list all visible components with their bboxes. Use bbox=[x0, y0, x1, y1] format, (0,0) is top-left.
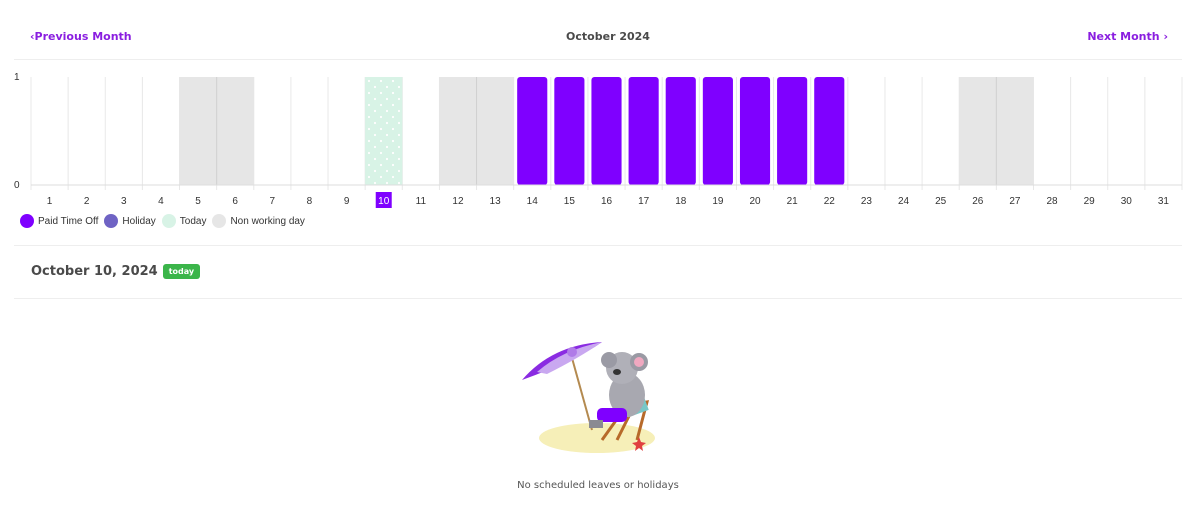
bar-paid-time-off-15[interactable] bbox=[554, 77, 585, 185]
next-month-label: Next Month bbox=[1087, 30, 1160, 43]
x-tick-label[interactable]: 3 bbox=[121, 196, 127, 207]
legend-label: Today bbox=[179, 215, 207, 227]
x-tick-label[interactable]: 18 bbox=[675, 196, 687, 207]
x-tick-label[interactable]: 12 bbox=[452, 196, 464, 207]
x-tick-label[interactable]: 4 bbox=[158, 196, 164, 207]
x-tick-label[interactable]: 6 bbox=[232, 196, 238, 207]
y-tick-label: 0 bbox=[14, 180, 20, 191]
legend-item-non-working-day[interactable]: Non working day bbox=[212, 214, 305, 228]
x-tick-label[interactable]: 20 bbox=[749, 196, 761, 207]
bar-paid-time-off-19[interactable] bbox=[702, 77, 733, 185]
empty-message: No scheduled leaves or holidays bbox=[517, 480, 679, 491]
x-tick-label[interactable]: 11 bbox=[416, 196, 427, 207]
x-tick-label[interactable]: 16 bbox=[601, 196, 613, 207]
legend-item-today[interactable]: Today bbox=[161, 214, 207, 228]
x-tick-label[interactable]: 25 bbox=[935, 196, 947, 207]
empty-state: No scheduled leaves or holidays bbox=[0, 330, 1200, 491]
legend-item-paid-time-off[interactable]: Paid Time Off bbox=[20, 214, 98, 228]
legend-label: Non working day bbox=[230, 215, 305, 227]
bar-paid-time-off-18[interactable] bbox=[665, 77, 696, 185]
legend-label: Paid Time Off bbox=[38, 215, 99, 227]
x-tick-label[interactable]: 15 bbox=[564, 196, 576, 207]
bar-non-working-day-12[interactable] bbox=[439, 77, 477, 185]
x-tick-label[interactable]: 22 bbox=[824, 196, 836, 207]
x-tick-label[interactable]: 27 bbox=[1009, 196, 1021, 207]
next-month-button[interactable]: Next Month › bbox=[1087, 30, 1168, 43]
month-navigation: ‹Previous Month October 2024 Next Month … bbox=[0, 0, 1200, 60]
bar-non-working-day-27[interactable] bbox=[996, 77, 1034, 185]
y-tick-label: 1 bbox=[14, 72, 20, 83]
x-tick-label[interactable]: 17 bbox=[638, 196, 650, 207]
selected-date-title: October 10, 2024 bbox=[31, 264, 158, 279]
leave-calendar-chart: 011 2 3 4 5 6 7 8 9 10 11 12 13 14 15 16 17 18 19 20 21 22 23 2… bbox=[14, 72, 1183, 208]
x-tick-label[interactable]: 24 bbox=[898, 196, 910, 207]
bar-today-10[interactable] bbox=[365, 77, 403, 185]
today-badge: today bbox=[162, 264, 201, 279]
x-tick-label[interactable]: 13 bbox=[490, 196, 502, 207]
legend-swatch-icon bbox=[212, 214, 227, 228]
x-tick-label[interactable]: 29 bbox=[1084, 196, 1096, 207]
chevron-right-icon: › bbox=[1163, 30, 1168, 43]
divider bbox=[14, 298, 1182, 299]
x-tick-label[interactable]: 8 bbox=[307, 196, 313, 207]
x-tick-label[interactable]: 26 bbox=[972, 196, 984, 207]
bar-non-working-day-6[interactable] bbox=[216, 77, 254, 185]
bar-paid-time-off-14[interactable] bbox=[517, 77, 548, 185]
x-tick-label[interactable]: 1 bbox=[47, 196, 53, 207]
x-tick-label[interactable]: 14 bbox=[527, 196, 539, 207]
x-tick-label[interactable]: 2 bbox=[84, 196, 90, 207]
bar-paid-time-off-20[interactable] bbox=[739, 77, 771, 185]
x-tick-label[interactable]: 5 bbox=[195, 196, 201, 207]
koala-beach-chair-illustration bbox=[522, 342, 655, 453]
x-tick-label[interactable]: 31 bbox=[1158, 196, 1170, 207]
x-tick-label[interactable]: 23 bbox=[861, 196, 873, 207]
bar-paid-time-off-22[interactable] bbox=[814, 77, 845, 185]
legend-swatch-icon bbox=[104, 214, 119, 228]
chart-legend: Paid Time Off Holiday Today Non working day bbox=[20, 214, 311, 228]
x-tick-label[interactable]: 7 bbox=[270, 196, 276, 207]
x-tick-label[interactable]: 28 bbox=[1046, 196, 1058, 207]
legend-item-holiday[interactable]: Holiday bbox=[104, 214, 156, 228]
bar-non-working-day-5[interactable] bbox=[179, 77, 217, 185]
bar-non-working-day-13[interactable] bbox=[476, 77, 514, 185]
legend-label: Holiday bbox=[122, 215, 156, 227]
month-title: October 2024 bbox=[566, 30, 650, 43]
bar-paid-time-off-21[interactable] bbox=[777, 77, 808, 185]
x-tick-label[interactable]: 10 bbox=[378, 196, 390, 207]
x-tick-label[interactable]: 21 bbox=[787, 196, 799, 207]
bar-paid-time-off-16[interactable] bbox=[591, 77, 622, 185]
bar-paid-time-off-17[interactable] bbox=[628, 77, 659, 185]
x-tick-label[interactable]: 30 bbox=[1121, 196, 1133, 207]
divider bbox=[14, 245, 1182, 246]
legend-swatch-icon bbox=[20, 214, 34, 228]
x-tick-label[interactable]: 9 bbox=[344, 196, 350, 207]
bar-non-working-day-26[interactable] bbox=[959, 77, 997, 185]
legend-swatch-icon bbox=[161, 214, 176, 228]
selected-date-header: October 10, 2024 today bbox=[31, 264, 201, 279]
x-tick-label[interactable]: 19 bbox=[712, 196, 724, 207]
